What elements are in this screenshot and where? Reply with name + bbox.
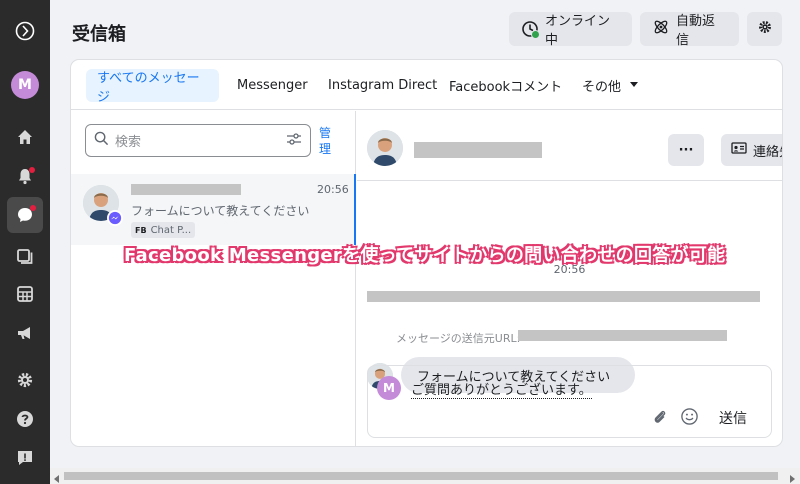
report-feedback-icon[interactable] (0, 440, 50, 476)
tag-label: Chat P... (150, 224, 192, 236)
calendar-grid-icon[interactable] (0, 276, 50, 312)
clock-status-icon (521, 20, 540, 39)
profile-avatar[interactable]: M (0, 67, 50, 103)
more-options-button[interactable]: ··· (668, 134, 704, 166)
tag-prefix: FB (135, 225, 147, 235)
settings-button[interactable] (747, 12, 782, 46)
left-sidebar: M (0, 0, 50, 484)
composer-avatar: M (377, 376, 401, 400)
redacted-line (367, 291, 760, 302)
page-title: 受信箱 (72, 24, 126, 45)
tab-all-messages[interactable]: すべてのメッセージ (86, 69, 219, 105)
chat-contact-avatar (367, 130, 403, 166)
tab-messenger[interactable]: Messenger (226, 69, 319, 102)
conversation-list-pane: 検索 管理 20:56 フォームについて教えてください FB Chat P... (71, 111, 356, 446)
tab-facebook-comments[interactable]: Facebookコメント (438, 69, 573, 102)
send-button[interactable]: 送信 (719, 408, 747, 428)
search-icon (94, 131, 109, 150)
online-status-button[interactable]: オンライン中 (509, 12, 632, 48)
auto-reply-label: 自動返信 (676, 14, 716, 48)
inbox-messages-icon[interactable] (0, 197, 50, 233)
horizontal-scrollbar[interactable] (50, 468, 800, 484)
search-input[interactable]: 検索 (85, 124, 311, 157)
auto-reply-button[interactable]: 自動返信 (640, 12, 739, 48)
source-url-redacted (518, 330, 727, 341)
gear-icon (757, 19, 773, 39)
notification-dot (29, 167, 35, 173)
chat-pane: ··· 連絡先を見る 20:56 メッセージの送信元URL: フォームについて教… (357, 111, 782, 446)
conversation-tag: FB Chat P... (131, 222, 196, 238)
tab-more-label: その他 (582, 80, 622, 95)
manage-link[interactable]: 管理 (319, 125, 333, 157)
scroll-right-arrow-icon[interactable] (788, 472, 796, 484)
online-status-label: オンライン中 (545, 14, 611, 48)
view-contact-button[interactable]: 連絡先を見る (721, 134, 782, 166)
composer-text[interactable]: ご質問ありがとうございます。 (411, 379, 592, 399)
conversation-item[interactable]: 20:56 フォームについて教えてください FB Chat P... (71, 174, 356, 245)
attachment-paperclip-icon[interactable] (651, 408, 669, 430)
notifications-bell-icon[interactable] (0, 158, 50, 194)
home-icon[interactable] (0, 119, 50, 155)
pages-posts-icon[interactable] (0, 238, 50, 274)
emoji-icon[interactable] (680, 407, 699, 430)
search-placeholder: 検索 (115, 135, 142, 150)
scroll-left-arrow-icon[interactable] (53, 472, 61, 484)
conversation-preview: フォームについて教えてください (131, 204, 310, 218)
messenger-badge-icon (107, 210, 123, 226)
tab-more[interactable]: その他 (571, 69, 650, 102)
filter-sliders-icon[interactable] (286, 131, 302, 151)
help-question-icon[interactable] (0, 401, 50, 437)
meta-logo-icon[interactable] (0, 13, 50, 49)
scrollbar-thumb[interactable] (64, 472, 778, 480)
unread-dot (30, 205, 36, 211)
chat-header: ··· 連絡先を見る (357, 111, 782, 181)
tab-bar: すべてのメッセージ Messenger Instagram Direct Fac… (71, 60, 782, 110)
view-contact-label: 連絡先を見る (753, 144, 782, 160)
source-url-label: メッセージの送信元URL: (396, 332, 521, 345)
chat-contact-name-redacted (414, 142, 542, 158)
atom-icon (652, 18, 670, 40)
ads-megaphone-icon[interactable] (0, 315, 50, 351)
settings-gear-icon[interactable] (0, 362, 50, 398)
tab-instagram-direct[interactable]: Instagram Direct (317, 69, 448, 102)
contact-card-icon (731, 141, 747, 159)
caret-down-icon (629, 78, 639, 93)
contact-name-redacted (131, 184, 241, 195)
reply-composer[interactable]: M ご質問ありがとうございます。 送信 (367, 365, 772, 438)
overlay-caption: Facebook Messengerを使ってサイトからの問い合わせの回答が可能 (124, 245, 726, 266)
avatar: M (11, 71, 39, 99)
conversation-time: 20:56 (317, 183, 349, 196)
